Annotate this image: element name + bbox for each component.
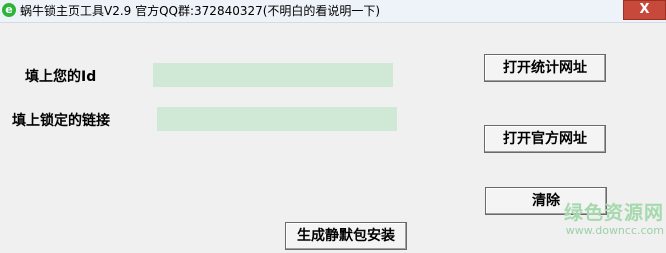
watermark: 绿色资源网 www.downcc.com <box>548 202 664 237</box>
open-stats-button[interactable]: 打开统计网址 <box>484 54 606 82</box>
link-input[interactable] <box>157 107 397 131</box>
id-label: 填上您的Id <box>25 69 97 85</box>
open-official-button[interactable]: 打开官方网址 <box>484 125 606 153</box>
close-icon: X <box>639 2 650 17</box>
watermark-text: 绿色资源网 <box>563 202 664 224</box>
watermark-url: www.downcc.com <box>565 224 664 237</box>
app-icon: e <box>2 3 16 17</box>
window-title: 蜗牛锁主页工具V2.9 官方QQ群:372840327(不明白的看说明一下) <box>20 4 381 18</box>
close-button[interactable]: X <box>623 0 666 20</box>
generate-silent-package-button[interactable]: 生成静默包安装 <box>285 222 407 250</box>
id-input[interactable] <box>153 63 393 87</box>
title-bar: e 蜗牛锁主页工具V2.9 官方QQ群:372840327(不明白的看说明一下)… <box>0 0 666 23</box>
link-label: 填上锁定的链接 <box>12 113 110 129</box>
